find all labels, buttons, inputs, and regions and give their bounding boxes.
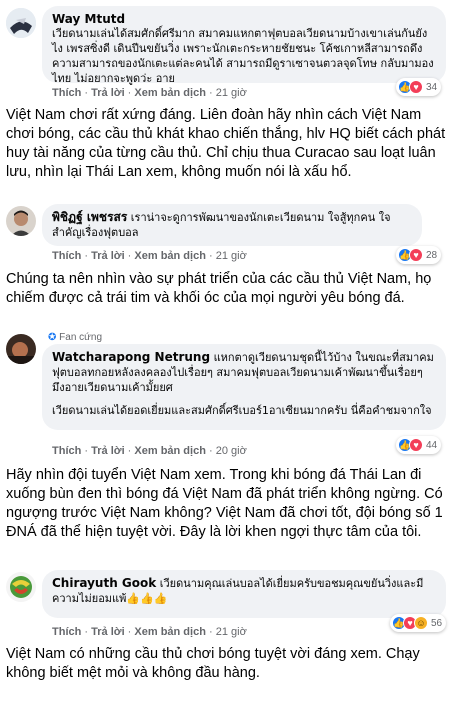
comment-bubble: Chirayuth Gook เวียดนามคุณเล่นบอลได้เยี่… xyxy=(42,570,446,618)
comment-author[interactable]: พิชิฏฐ์ เพชรสร xyxy=(52,210,127,224)
reaction-count: 44 xyxy=(426,439,438,451)
reply-link[interactable]: Trả lời xyxy=(91,626,125,638)
reply-link[interactable]: Trả lời xyxy=(91,445,125,457)
timestamp[interactable]: 20 giờ xyxy=(216,445,247,457)
love-reaction-icon: ♥ xyxy=(409,80,423,94)
comment-actions: Thích · Trả lời · Xem bản dịch · 21 giờ xyxy=(52,250,247,262)
timestamp[interactable]: 21 giờ xyxy=(216,87,247,99)
comment-author[interactable]: Chirayuth Gook xyxy=(52,576,156,590)
reaction-count: 28 xyxy=(426,249,438,261)
like-link[interactable]: Thích xyxy=(52,445,81,457)
like-link[interactable]: Thích xyxy=(52,626,81,638)
comment-text-2: เวียดนามเล่นได้ยอดเยี่ยมและสมศักดิ์ศรีเบ… xyxy=(52,404,432,417)
comment-bubble: พิชิฏฐ์ เพชรสร เราน่าจะดูการพัฒนาของนักเ… xyxy=(42,204,422,246)
avatar[interactable] xyxy=(6,572,36,602)
reply-link[interactable]: Trả lời xyxy=(91,250,125,262)
reaction-summary[interactable]: 👍 ♥ 44 xyxy=(396,436,442,454)
translate-link[interactable]: Xem bản dịch xyxy=(134,250,206,262)
reaction-summary[interactable]: 👍 ♥ 34 xyxy=(396,78,442,96)
love-reaction-icon: ♥ xyxy=(409,438,423,452)
avatar-image xyxy=(6,572,36,602)
reaction-summary[interactable]: 👍 ♥ ☺ 56 xyxy=(390,614,447,632)
comment-actions: Thích · Trả lời · Xem bản dịch · 21 giờ xyxy=(52,87,247,99)
timestamp[interactable]: 21 giờ xyxy=(216,250,247,262)
fan-label: Fan cứng xyxy=(59,332,102,343)
reaction-summary[interactable]: 👍 ♥ 28 xyxy=(396,246,442,264)
haha-reaction-icon: ☺ xyxy=(414,616,428,630)
like-link[interactable]: Thích xyxy=(52,250,81,262)
avatar-image xyxy=(6,334,36,364)
translate-link[interactable]: Xem bản dịch xyxy=(134,87,206,99)
fan-badge: ✪ Fan cứng xyxy=(48,332,102,343)
comment-bubble: Way Mtutd เวียดนามเล่นได้สมศักดิ์ศรีมาก … xyxy=(42,6,446,85)
comment-author[interactable]: Way Mtutd xyxy=(52,12,436,26)
comment-text: เวียดนามเล่นได้สมศักดิ์ศรีมาก สมาคมแหกตา… xyxy=(52,27,434,85)
reaction-count: 34 xyxy=(426,81,438,93)
comment-actions: Thích · Trả lời · Xem bản dịch · 20 giờ xyxy=(52,445,247,457)
love-reaction-icon: ♥ xyxy=(409,248,423,262)
timestamp[interactable]: 21 giờ xyxy=(216,626,247,638)
avatar[interactable] xyxy=(6,334,36,364)
translation-caption: Chúng ta nên nhìn vào sự phát triển của … xyxy=(6,271,432,306)
comment-bubble: Watcharapong Netrung แหกตาดูเวียดนามชุดน… xyxy=(42,344,446,430)
reply-link[interactable]: Trả lời xyxy=(91,87,125,99)
translation-caption: Hãy nhìn đội tuyển Việt Nam xem. Trong k… xyxy=(6,467,443,540)
translate-link[interactable]: Xem bản dịch xyxy=(134,626,206,638)
fan-icon: ✪ xyxy=(48,332,57,343)
reaction-count: 56 xyxy=(431,617,443,629)
avatar[interactable] xyxy=(6,8,36,38)
avatar[interactable] xyxy=(6,206,36,236)
avatar-image xyxy=(6,8,36,38)
translate-link[interactable]: Xem bản dịch xyxy=(134,445,206,457)
comment-actions: Thích · Trả lời · Xem bản dịch · 21 giờ xyxy=(52,626,247,638)
translation-caption: Việt Nam chơi rất xứng đáng. Liên đoàn h… xyxy=(6,107,446,180)
comment-author[interactable]: Watcharapong Netrung xyxy=(52,350,210,364)
translation-caption: Việt Nam có những cầu thủ chơi bóng tuyệ… xyxy=(6,646,420,681)
like-link[interactable]: Thích xyxy=(52,87,81,99)
avatar-image xyxy=(6,206,36,236)
